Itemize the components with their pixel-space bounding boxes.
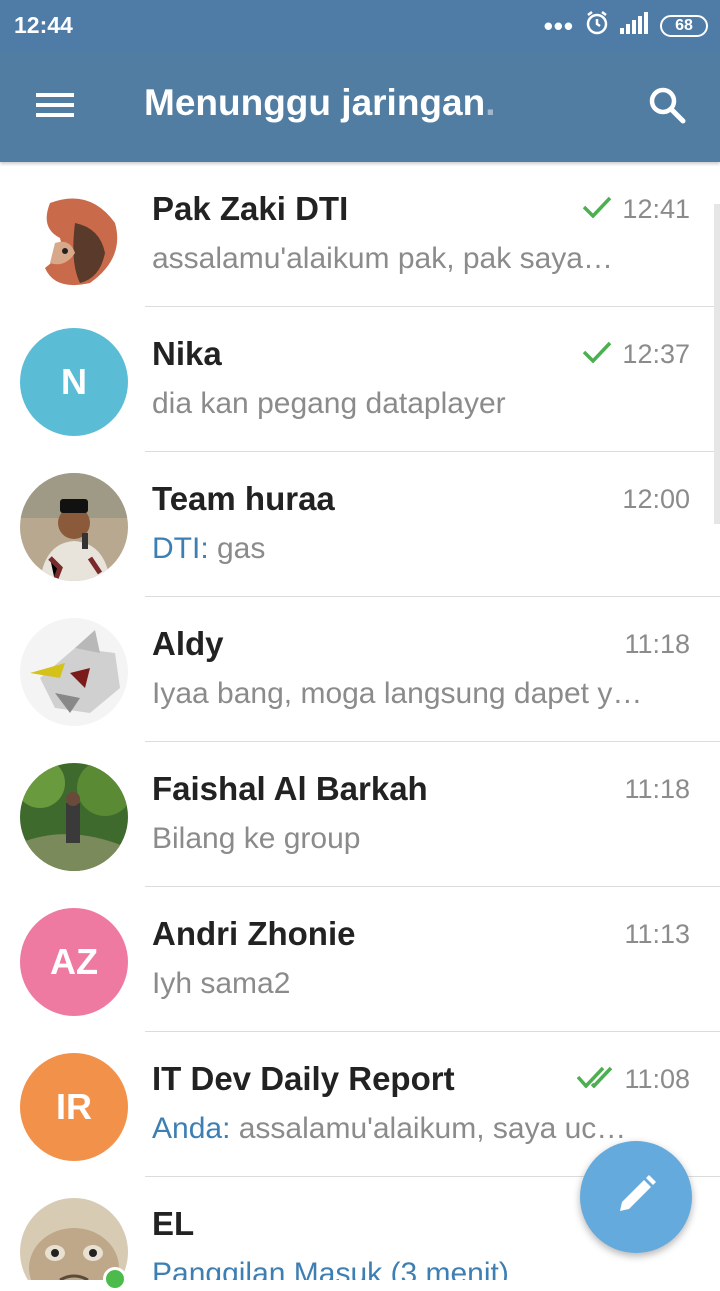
compose-button[interactable] — [580, 1141, 692, 1253]
avatar: N — [20, 328, 128, 436]
chat-preview: assalamu'alaikum pak, pak saya… — [152, 242, 613, 275]
scrollbar[interactable] — [714, 204, 720, 524]
chat-preview: Iyaa bang, moga langsung dapet y… — [152, 677, 643, 710]
status-bar: 12:44 ••• 68 — [0, 0, 720, 52]
avatar — [20, 183, 128, 291]
message-sender: DTI: — [152, 532, 217, 565]
avatar — [20, 618, 128, 726]
chat-name: EL — [152, 1205, 195, 1242]
chat-time: 11:18 — [624, 774, 690, 804]
pencil-icon — [614, 1173, 658, 1222]
chat-meta: 11:13 — [624, 919, 690, 950]
chat-name: Andri Zhonie — [152, 915, 356, 952]
chat-meta: 11:18 — [624, 774, 690, 805]
avatar — [20, 763, 128, 871]
more-notifications-icon: ••• — [543, 10, 574, 41]
check-icon — [582, 196, 612, 223]
chat-meta: 11:08 — [576, 1064, 690, 1095]
chat-meta: 12:37 — [582, 339, 690, 370]
chat-time: 11:08 — [624, 1064, 690, 1094]
avatar — [20, 473, 128, 581]
chat-meta: 11:18 — [624, 629, 690, 660]
call-status: Panggilan Masuk (3 menit) — [152, 1257, 509, 1280]
status-time: 12:44 — [14, 12, 73, 38]
chat-time: 11:18 — [624, 629, 690, 659]
avatar: IR — [20, 1053, 128, 1161]
chat-preview: Panggilan Masuk (3 menit) — [152, 1257, 652, 1280]
chat-meta: 12:41 — [582, 194, 690, 225]
chat-name: Team huraa — [152, 480, 335, 517]
battery-icon: 68 — [660, 14, 708, 37]
check-icon — [582, 341, 612, 368]
chat-time: 12:37 — [622, 339, 690, 369]
chat-meta: 12:00 — [622, 484, 690, 515]
double-check-icon — [576, 1066, 614, 1093]
alarm-icon — [584, 10, 610, 41]
chat-row[interactable]: AZ Andri Zhonie 11:13 Iyh sama2 — [0, 887, 720, 1032]
avatar: AZ — [20, 908, 128, 1016]
chat-row[interactable]: N Nika 12:37 dia kan pegang dataplayer — [0, 307, 720, 452]
chat-preview: Bilang ke group — [152, 822, 361, 855]
search-button[interactable] — [632, 78, 702, 136]
search-icon — [647, 85, 687, 130]
chat-row[interactable]: Aldy 11:18 Iyaa bang, moga langsung dape… — [0, 597, 720, 742]
chat-preview: dia kan pegang dataplayer — [152, 387, 506, 420]
chat-time: 12:00 — [622, 484, 690, 514]
message-sender: Anda: — [152, 1112, 239, 1145]
chat-name: IT Dev Daily Report — [152, 1060, 455, 1097]
chat-time: 12:41 — [622, 194, 690, 224]
chat-name: Pak Zaki DTI — [152, 190, 349, 227]
chat-name: Nika — [152, 335, 222, 372]
signal-icon — [620, 12, 650, 39]
chat-preview: Iyh sama2 — [152, 967, 291, 1000]
app-toolbar: Menunggu jaringan. — [0, 52, 720, 162]
chat-preview: Anda: assalamu'alaikum, saya uc… — [152, 1112, 627, 1145]
menu-icon — [36, 91, 74, 124]
online-status-dot — [103, 1267, 127, 1291]
chat-name: Aldy — [152, 625, 224, 662]
chat-row[interactable]: Team huraa 12:00 DTI: gas — [0, 452, 720, 597]
menu-button[interactable] — [20, 80, 90, 134]
title-loading-dot: . — [485, 82, 496, 123]
chat-preview: DTI: gas — [152, 532, 266, 565]
page-title: Menunggu jaringan. — [144, 82, 496, 123]
chat-name: Faishal Al Barkah — [152, 770, 428, 807]
chat-row[interactable]: Pak Zaki DTI 12:41 assalamu'alaikum pak,… — [0, 162, 720, 307]
chat-row[interactable]: Faishal Al Barkah 11:18 Bilang ke group — [0, 742, 720, 887]
chat-list[interactable]: Pak Zaki DTI 12:41 assalamu'alaikum pak,… — [0, 162, 720, 1280]
status-icons: ••• 68 — [544, 10, 708, 41]
chat-time: 11:13 — [624, 919, 690, 949]
